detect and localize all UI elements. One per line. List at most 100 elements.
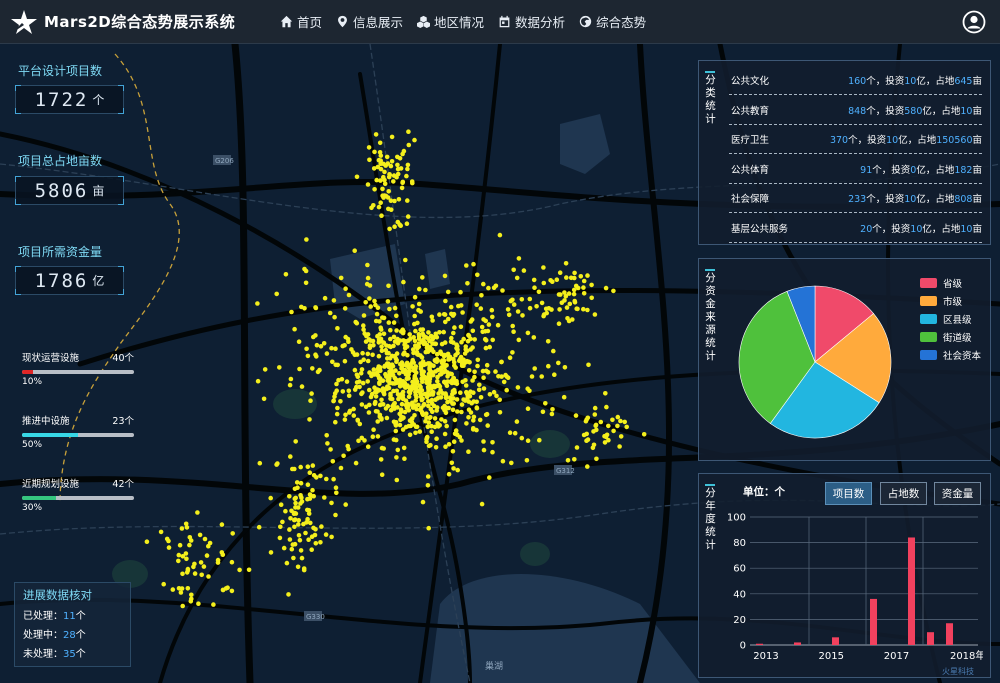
project-point[interactable] bbox=[369, 205, 374, 211]
project-point[interactable] bbox=[346, 393, 352, 399]
project-point[interactable] bbox=[386, 320, 392, 325]
project-point[interactable] bbox=[511, 302, 517, 307]
project-point[interactable] bbox=[571, 287, 577, 293]
project-point[interactable] bbox=[388, 344, 394, 350]
project-point[interactable] bbox=[177, 542, 183, 548]
project-point[interactable] bbox=[308, 520, 313, 526]
project-point[interactable] bbox=[413, 424, 419, 430]
project-point[interactable] bbox=[416, 301, 422, 307]
project-point[interactable] bbox=[306, 511, 312, 516]
project-point[interactable] bbox=[180, 554, 186, 559]
project-point[interactable] bbox=[405, 166, 410, 172]
project-point[interactable] bbox=[402, 456, 407, 462]
project-point[interactable] bbox=[287, 537, 293, 542]
project-point[interactable] bbox=[512, 430, 518, 436]
project-point[interactable] bbox=[381, 340, 387, 346]
project-point[interactable] bbox=[424, 415, 429, 421]
project-point[interactable] bbox=[398, 407, 404, 413]
legend-item[interactable]: 区县级 bbox=[920, 310, 981, 328]
project-point[interactable] bbox=[422, 391, 428, 397]
project-point[interactable] bbox=[292, 326, 297, 332]
project-point[interactable] bbox=[425, 424, 431, 430]
project-point[interactable] bbox=[379, 416, 384, 421]
project-point[interactable] bbox=[311, 334, 316, 340]
project-point[interactable] bbox=[449, 460, 455, 466]
legend-item[interactable]: 省级 bbox=[920, 274, 981, 292]
project-point[interactable] bbox=[397, 222, 403, 227]
project-point[interactable] bbox=[541, 265, 546, 270]
project-point[interactable] bbox=[425, 474, 431, 479]
project-point[interactable] bbox=[246, 567, 252, 573]
legend-item[interactable]: 市级 bbox=[920, 292, 981, 310]
project-point[interactable] bbox=[463, 347, 469, 352]
project-point[interactable] bbox=[466, 407, 472, 413]
project-point[interactable] bbox=[624, 424, 629, 430]
project-point[interactable] bbox=[430, 318, 435, 323]
project-point[interactable] bbox=[470, 345, 475, 350]
project-point[interactable] bbox=[255, 378, 261, 384]
project-point[interactable] bbox=[481, 439, 486, 444]
project-point[interactable] bbox=[593, 423, 598, 429]
project-point[interactable] bbox=[352, 367, 358, 373]
project-point[interactable] bbox=[229, 559, 235, 565]
project-point[interactable] bbox=[389, 159, 395, 164]
project-point[interactable] bbox=[361, 323, 366, 328]
project-point[interactable] bbox=[411, 335, 417, 340]
project-point[interactable] bbox=[291, 555, 296, 561]
project-point[interactable] bbox=[304, 346, 309, 352]
project-point[interactable] bbox=[166, 545, 172, 550]
project-point[interactable] bbox=[429, 401, 435, 406]
project-point[interactable] bbox=[311, 473, 317, 478]
project-point[interactable] bbox=[292, 486, 298, 492]
project-point[interactable] bbox=[464, 263, 469, 268]
project-point[interactable] bbox=[192, 571, 198, 576]
project-point[interactable] bbox=[469, 400, 475, 406]
project-point[interactable] bbox=[371, 166, 377, 171]
project-point[interactable] bbox=[365, 182, 371, 187]
project-point[interactable] bbox=[433, 445, 439, 450]
project-point[interactable] bbox=[444, 423, 450, 429]
project-point[interactable] bbox=[534, 304, 539, 309]
project-point[interactable] bbox=[453, 365, 459, 370]
project-point[interactable] bbox=[521, 268, 527, 273]
project-point[interactable] bbox=[450, 407, 456, 413]
project-point[interactable] bbox=[170, 587, 176, 592]
project-point[interactable] bbox=[403, 424, 409, 430]
project-point[interactable] bbox=[592, 412, 598, 417]
project-point[interactable] bbox=[475, 363, 480, 369]
project-point[interactable] bbox=[423, 335, 429, 340]
project-point[interactable] bbox=[546, 363, 551, 369]
project-point[interactable] bbox=[340, 343, 346, 349]
project-point[interactable] bbox=[472, 337, 478, 342]
project-point[interactable] bbox=[448, 398, 453, 404]
project-point[interactable] bbox=[373, 302, 378, 308]
project-point[interactable] bbox=[519, 297, 525, 302]
project-point[interactable] bbox=[307, 492, 313, 497]
project-point[interactable] bbox=[398, 166, 404, 171]
project-point[interactable] bbox=[549, 307, 554, 312]
project-point[interactable] bbox=[540, 409, 546, 415]
project-point[interactable] bbox=[391, 320, 397, 325]
project-point[interactable] bbox=[490, 449, 495, 455]
project-point[interactable] bbox=[412, 313, 418, 319]
project-point[interactable] bbox=[479, 293, 484, 298]
project-point[interactable] bbox=[404, 173, 409, 179]
project-point[interactable] bbox=[354, 352, 360, 357]
project-point[interactable] bbox=[310, 487, 315, 493]
project-point[interactable] bbox=[410, 416, 415, 421]
project-point[interactable] bbox=[394, 351, 400, 356]
project-point[interactable] bbox=[185, 586, 191, 591]
project-point[interactable] bbox=[455, 347, 460, 352]
project-point[interactable] bbox=[419, 397, 425, 403]
project-point[interactable] bbox=[407, 332, 413, 337]
project-point[interactable] bbox=[454, 432, 460, 438]
project-point[interactable] bbox=[158, 529, 164, 535]
project-point[interactable] bbox=[255, 301, 260, 306]
project-point[interactable] bbox=[481, 375, 486, 381]
project-point[interactable] bbox=[455, 409, 460, 414]
project-point[interactable] bbox=[424, 435, 430, 441]
project-point[interactable] bbox=[524, 458, 530, 463]
project-point[interactable] bbox=[527, 388, 532, 394]
project-point[interactable] bbox=[401, 352, 406, 357]
project-point[interactable] bbox=[497, 397, 503, 403]
